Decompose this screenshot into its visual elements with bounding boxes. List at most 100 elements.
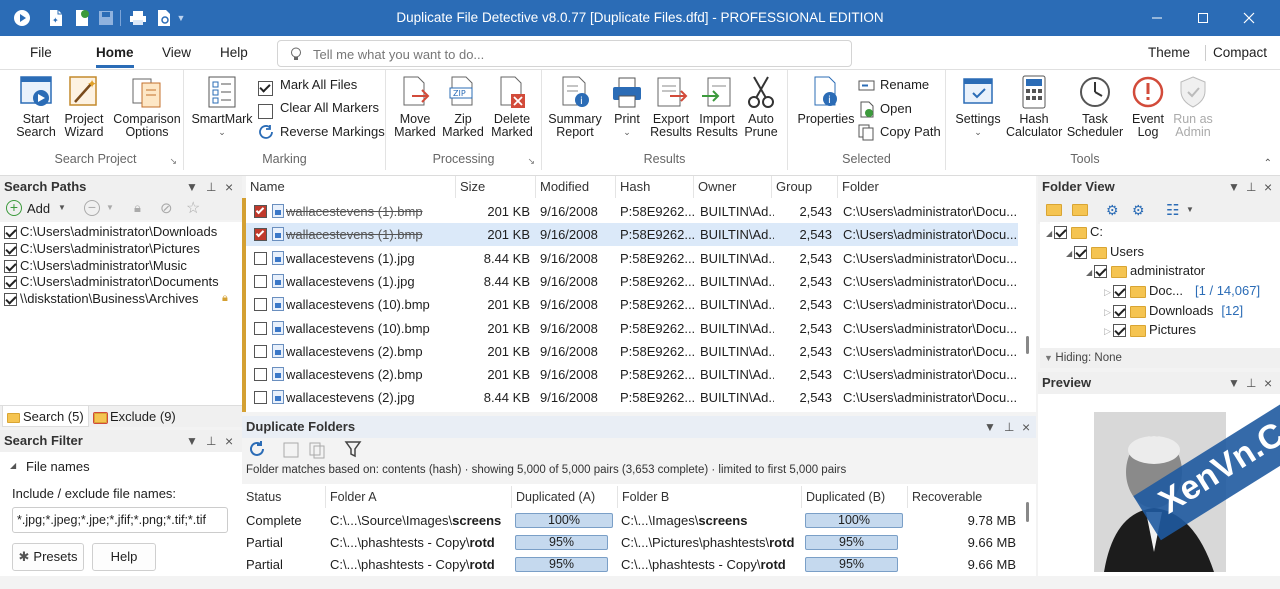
file-row[interactable]: wallacestevens (2).jpg 8.44 KB 9/16/2008 P:… xyxy=(246,386,1018,409)
file-row[interactable]: wallacestevens (10).bmp 201 KB 9/16/2008 P:… xyxy=(246,317,1018,340)
tree-node-documents[interactable]: ▷ Doc... [1 / 14,067] xyxy=(1104,281,1260,301)
pane-menu-icon[interactable]: ▼ xyxy=(186,176,198,198)
checkbox[interactable] xyxy=(1113,305,1127,319)
import-results-button[interactable]: Import Results xyxy=(694,74,740,139)
row-checkbox[interactable] xyxy=(254,205,267,218)
menu-view[interactable]: View xyxy=(162,36,191,70)
file-row[interactable]: wallacestevens (10).bmp 201 KB 9/16/2008 P:… xyxy=(246,293,1018,316)
file-names-input[interactable]: *.jpg;*.jpeg;*.jpe;*.jfif;*.png;*.tif;*.… xyxy=(12,507,228,533)
search-path-item[interactable]: C:\Users\administrator\Music xyxy=(4,258,187,274)
col-modified[interactable]: Modified xyxy=(536,176,616,198)
search-path-item[interactable]: C:\Users\administrator\Downloads xyxy=(4,224,217,240)
tree-view-icon[interactable]: ☷ xyxy=(1166,201,1179,219)
file-row[interactable]: wallacestevens (1).bmp 201 KB 9/16/2008 P:5… xyxy=(246,223,1018,247)
search-path-item[interactable]: C:\Users\administrator\Documents xyxy=(4,274,219,290)
row-checkbox[interactable] xyxy=(254,251,267,265)
menu-file[interactable]: File xyxy=(30,36,52,70)
checkbox[interactable] xyxy=(4,226,17,240)
file-row[interactable]: wallacestevens (2).bmp 201 KB 9/16/2008 P:5… xyxy=(246,363,1018,386)
search-path-item[interactable]: \\diskstation\Business\Archives xyxy=(4,291,198,307)
tell-me-search[interactable]: Tell me what you want to do... xyxy=(277,40,852,67)
row-checkbox[interactable] xyxy=(254,368,267,382)
chevron-down-icon[interactable]: ▼ xyxy=(106,203,114,212)
lock-icon[interactable]: 🔒︎ xyxy=(134,200,141,216)
new-project-icon[interactable]: ✦ xyxy=(44,6,68,30)
pin-icon[interactable]: ⊥ xyxy=(1246,176,1256,198)
minimize-icon[interactable] xyxy=(1134,0,1180,36)
col-recoverable[interactable]: Recoverable xyxy=(908,486,1018,508)
col-folder-a[interactable]: Folder A xyxy=(326,486,512,508)
filter-icon[interactable] xyxy=(344,440,362,461)
checkbox[interactable] xyxy=(1094,265,1108,279)
checkbox[interactable] xyxy=(1074,246,1088,260)
chevron-down-icon[interactable]: ▼ xyxy=(58,203,66,212)
pane-menu-icon[interactable]: ▼ xyxy=(186,430,198,452)
open-button[interactable]: Open xyxy=(858,98,912,120)
checkbox[interactable] xyxy=(4,293,17,307)
mark-all-files-button[interactable]: Mark All Files xyxy=(258,74,357,97)
file-row[interactable]: wallacestevens (1).jpg 8.44 KB 9/16/2008 P:… xyxy=(246,247,1018,270)
tab-exclude[interactable]: Exclude (9) xyxy=(90,406,180,427)
hash-calculator-button[interactable]: Hash Calculator xyxy=(1006,74,1062,139)
close-icon[interactable] xyxy=(1226,0,1272,36)
delete-marked-button[interactable]: Delete Marked xyxy=(488,74,536,139)
save-icon[interactable] xyxy=(94,6,118,30)
file-names-section[interactable]: File names xyxy=(26,459,90,474)
pin-icon[interactable]: ⊥ xyxy=(1004,416,1014,438)
file-row[interactable]: wallacestevens (2).bmp 201 KB 9/16/2008 P:5… xyxy=(246,340,1018,363)
star-icon[interactable]: ☆ xyxy=(186,198,200,218)
print-preview-icon[interactable] xyxy=(152,6,176,30)
tree-node-root[interactable]: ◢ C: xyxy=(1046,222,1103,242)
network-add-icon[interactable]: ⚙ xyxy=(1132,202,1145,219)
dup-scrollbar[interactable] xyxy=(1018,484,1036,576)
duplicate-folder-row[interactable]: Complete C:\...\Source\Images\screens 100%… xyxy=(242,510,1018,532)
remove-icon[interactable]: − xyxy=(84,200,100,216)
col-owner[interactable]: Owner xyxy=(694,176,772,198)
help-button[interactable]: Help xyxy=(92,543,156,571)
col-group[interactable]: Group xyxy=(772,176,838,198)
col-name[interactable]: Name xyxy=(246,176,456,198)
block-icon[interactable]: ⊘ xyxy=(160,199,173,217)
start-search-button[interactable]: Start Search xyxy=(12,74,60,139)
app-logo-icon[interactable] xyxy=(10,6,34,30)
col-folder[interactable]: Folder xyxy=(838,176,1018,198)
close-pane-icon[interactable]: × xyxy=(1264,372,1272,394)
event-log-button[interactable]: Event Log xyxy=(1126,74,1170,139)
file-row[interactable]: wallacestevens (1).bmp 201 KB 9/16/2008 P:5… xyxy=(246,200,1018,223)
checkbox[interactable] xyxy=(4,276,17,290)
theme-menu[interactable]: Theme xyxy=(1148,36,1190,70)
scroll-thumb[interactable] xyxy=(1026,336,1029,354)
scroll-thumb[interactable] xyxy=(1026,502,1029,522)
settings-button[interactable]: Settings ⌄ xyxy=(950,74,1006,139)
zip-marked-button[interactable]: ZIP Zip Marked xyxy=(438,74,488,139)
customize-toolbar-icon[interactable]: ▼ xyxy=(174,6,188,30)
refresh-icon[interactable] xyxy=(248,440,266,461)
pin-icon[interactable]: ⊥ xyxy=(1246,372,1256,394)
tree-icon[interactable] xyxy=(282,441,300,462)
summary-report-button[interactable]: i Summary Report xyxy=(546,74,604,139)
tab-search[interactable]: Search (5) xyxy=(2,406,89,427)
rename-button[interactable]: Rename xyxy=(858,74,929,96)
checkbox[interactable] xyxy=(4,243,17,257)
copy-path-button[interactable]: Copy Path xyxy=(858,121,941,143)
files-scrollbar[interactable] xyxy=(1018,176,1036,412)
properties-button[interactable]: i Properties xyxy=(794,74,858,126)
project-wizard-button[interactable]: ✦ Project Wizard xyxy=(60,74,108,139)
close-pane-icon[interactable]: × xyxy=(1264,176,1272,198)
menu-help[interactable]: Help xyxy=(220,36,248,70)
close-pane-icon[interactable]: × xyxy=(225,176,233,198)
add-button[interactable]: Add xyxy=(27,201,50,216)
row-checkbox[interactable] xyxy=(254,344,267,358)
pane-menu-icon[interactable]: ▼ xyxy=(1228,176,1240,198)
clear-all-markers-button[interactable]: Clear All Markers xyxy=(258,97,379,120)
menu-home[interactable]: Home xyxy=(96,36,134,70)
task-scheduler-button[interactable]: Task Scheduler xyxy=(1066,74,1124,139)
move-marked-button[interactable]: Move Marked xyxy=(392,74,438,139)
close-pane-icon[interactable]: × xyxy=(1022,416,1030,438)
comparison-options-button[interactable]: Comparison Options xyxy=(112,74,182,139)
row-checkbox[interactable] xyxy=(254,228,267,242)
expand-folders-icon[interactable] xyxy=(1046,204,1062,216)
pane-menu-icon[interactable]: ▼ xyxy=(984,416,996,438)
maximize-icon[interactable] xyxy=(1180,0,1226,36)
row-checkbox[interactable] xyxy=(254,391,267,405)
